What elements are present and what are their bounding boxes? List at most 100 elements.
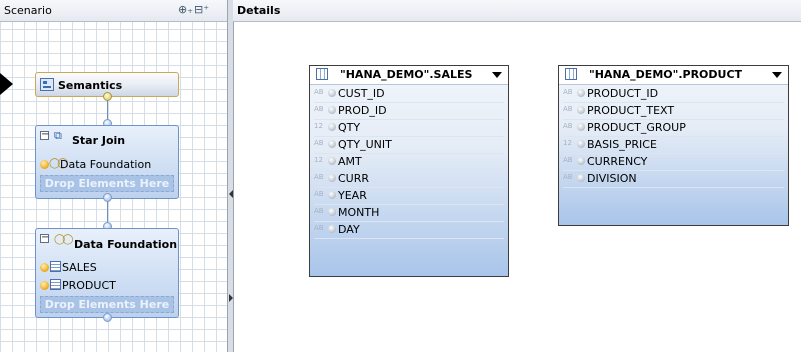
column-name: AMT: [338, 155, 362, 168]
type-icon: AB: [563, 173, 573, 181]
column-name: DAY: [338, 223, 360, 236]
table-icon: [565, 68, 577, 80]
column-name: CURR: [338, 172, 370, 185]
column-row[interactable]: AB DAY: [314, 221, 504, 239]
status-icon: [40, 160, 49, 169]
list-item[interactable]: SALES: [40, 260, 174, 276]
type-icon: AB: [314, 105, 324, 113]
type-icon: AB: [563, 105, 573, 113]
drop-zone[interactable]: Drop Elements Here: [40, 296, 174, 313]
column-name: PRODUCT_TEXT: [587, 104, 675, 117]
star-join-node[interactable]: − ⧉ Star Join ◯◯ Data Foundation Drop El…: [35, 125, 179, 199]
column-row[interactable]: AB CURR: [314, 170, 504, 188]
data-foundation-title: Data Foundation: [74, 238, 178, 251]
item-label: PRODUCT: [62, 279, 116, 292]
column-row[interactable]: AB QTY_UNIT: [314, 136, 504, 154]
data-foundation-node[interactable]: − ◯◯ Data Foundation SALES PRODUCT Drop …: [35, 228, 179, 318]
collapse-icon[interactable]: −: [40, 233, 49, 243]
column-icon: [328, 89, 336, 97]
table-title: "HANA_DEMO".SALES: [340, 68, 473, 81]
column-row[interactable]: 12 BASIS_PRICE: [563, 136, 784, 154]
column-name: QTY_UNIT: [338, 138, 392, 151]
column-icon: [328, 174, 336, 182]
column-name: YEAR: [338, 189, 367, 202]
column-row[interactable]: AB PRODUCT_GROUP: [563, 119, 784, 137]
details-header: Details: [233, 0, 801, 22]
column-name: BASIS_PRICE: [587, 138, 657, 151]
dropdown-arrow-icon[interactable]: [492, 72, 502, 78]
column-icon: [577, 140, 585, 148]
column-row[interactable]: AB CUST_ID: [314, 85, 504, 103]
table-title: "HANA_DEMO".PRODUCT: [589, 68, 743, 81]
column-row[interactable]: AB YEAR: [314, 187, 504, 205]
scenario-title: Scenario: [4, 4, 52, 17]
column-row[interactable]: 12 QTY: [314, 119, 504, 137]
type-icon: AB: [563, 122, 573, 130]
output-port-icon[interactable]: [103, 193, 112, 202]
list-item[interactable]: ◯◯ Data Foundation: [40, 157, 174, 173]
type-icon: AB: [314, 88, 324, 96]
collapse-all-button[interactable]: ⊟⁺: [194, 3, 209, 17]
item-label: Data Foundation: [60, 158, 152, 171]
column-icon: [577, 89, 585, 97]
column-icon: [577, 174, 585, 182]
column-name: QTY: [338, 121, 361, 134]
scenario-panel: Scenario ⊕₊ ⊟⁺ Semantics − ⧉ Star Join ◯…: [0, 0, 228, 352]
table-header: "HANA_DEMO".PRODUCT: [559, 66, 788, 85]
type-icon: 12: [314, 156, 323, 164]
pointer-arrow-icon: [0, 73, 13, 95]
list-item[interactable]: PRODUCT: [40, 278, 174, 294]
collapse-icon[interactable]: −: [40, 130, 49, 140]
column-icon: [328, 157, 336, 165]
type-icon: AB: [563, 156, 573, 164]
type-icon: AB: [563, 88, 573, 96]
column-icon: [577, 157, 585, 165]
column-name: CURRENCY: [587, 155, 648, 168]
data-foundation-icon: ◯◯: [54, 234, 73, 245]
drop-zone[interactable]: Drop Elements Here: [40, 175, 174, 192]
status-icon: [40, 281, 49, 290]
column-icon: [328, 208, 336, 216]
table-icon: [50, 279, 61, 290]
column-icon: [328, 106, 336, 114]
column-name: PROD_ID: [338, 104, 387, 117]
table-sales[interactable]: "HANA_DEMO".SALES AB CUST_ID AB PROD_ID 12…: [309, 65, 509, 277]
column-name: MONTH: [338, 206, 380, 219]
column-icon: [328, 140, 336, 148]
column-icon: [577, 106, 585, 114]
semantics-label: Semantics: [58, 79, 123, 92]
expand-all-button[interactable]: ⊕₊: [178, 3, 193, 17]
column-row[interactable]: AB PROD_ID: [314, 102, 504, 120]
type-icon: AB: [314, 173, 324, 181]
column-row[interactable]: AB CURRENCY: [563, 153, 784, 171]
star-join-title: Star Join: [72, 134, 126, 147]
status-icon: [40, 263, 49, 272]
column-row[interactable]: AB PRODUCT_TEXT: [563, 102, 784, 120]
column-row[interactable]: 12 AMT: [314, 153, 504, 171]
column-name: CUST_ID: [338, 87, 385, 100]
column-icon: [328, 225, 336, 233]
column-row[interactable]: AB PRODUCT_ID: [563, 85, 784, 103]
table-icon: [316, 68, 328, 80]
type-icon: AB: [314, 139, 324, 147]
column-row[interactable]: AB DIVISION: [563, 170, 784, 188]
type-icon: 12: [563, 139, 572, 147]
column-icon: [328, 191, 336, 199]
column-name: DIVISION: [587, 172, 637, 185]
details-title: Details: [237, 4, 281, 17]
column-icon: [577, 123, 585, 131]
type-icon: AB: [314, 224, 324, 232]
column-row[interactable]: AB MONTH: [314, 204, 504, 222]
dropdown-arrow-icon[interactable]: [772, 72, 782, 78]
table-icon: [50, 261, 61, 272]
type-icon: AB: [314, 190, 324, 198]
table-product[interactable]: "HANA_DEMO".PRODUCT AB PRODUCT_ID AB PRODU…: [558, 65, 789, 226]
type-icon: 12: [314, 122, 323, 130]
item-label: SALES: [62, 261, 97, 274]
output-port-icon[interactable]: [103, 92, 112, 101]
table-header: "HANA_DEMO".SALES: [310, 66, 508, 85]
output-port-icon[interactable]: [103, 313, 112, 322]
details-canvas: "HANA_DEMO".SALES AB CUST_ID AB PROD_ID 12…: [233, 22, 801, 352]
scenario-header: Scenario ⊕₊ ⊟⁺: [0, 0, 227, 22]
type-icon: AB: [314, 207, 324, 215]
